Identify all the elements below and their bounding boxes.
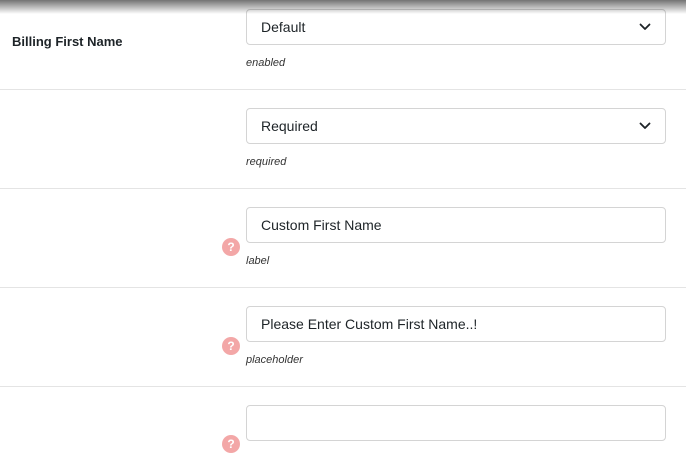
enabled-description: enabled xyxy=(246,57,286,69)
help-icon[interactable]: ? xyxy=(222,337,240,355)
label-input-value: Custom First Name xyxy=(261,217,382,233)
setting-row-placeholder: ? Please Enter Custom First Name..! plac… xyxy=(0,288,686,387)
label-input[interactable]: Custom First Name xyxy=(246,207,666,243)
placeholder-description: placeholder xyxy=(246,354,303,366)
enabled-select[interactable]: Default xyxy=(246,9,666,45)
help-icon[interactable]: ? xyxy=(222,238,240,256)
placeholder-input[interactable]: Please Enter Custom First Name..! xyxy=(246,306,666,342)
field-title: Billing First Name xyxy=(12,34,123,49)
label-description: label xyxy=(246,255,270,267)
required-description: required xyxy=(246,156,287,168)
setting-row-enabled: Billing First Name Default enabled xyxy=(0,0,686,90)
help-icon[interactable]: ? xyxy=(222,435,240,453)
required-select[interactable]: Required xyxy=(246,108,666,144)
required-select-value: Required xyxy=(261,118,318,134)
setting-row-label: ? Custom First Name label xyxy=(0,189,686,288)
setting-row-next: ? xyxy=(0,387,686,453)
enabled-select-value: Default xyxy=(261,19,306,35)
chevron-down-icon xyxy=(639,23,651,30)
next-input[interactable] xyxy=(246,405,666,441)
chevron-down-icon xyxy=(639,122,651,129)
placeholder-input-value: Please Enter Custom First Name..! xyxy=(261,316,478,332)
setting-row-required: Required required xyxy=(0,90,686,189)
